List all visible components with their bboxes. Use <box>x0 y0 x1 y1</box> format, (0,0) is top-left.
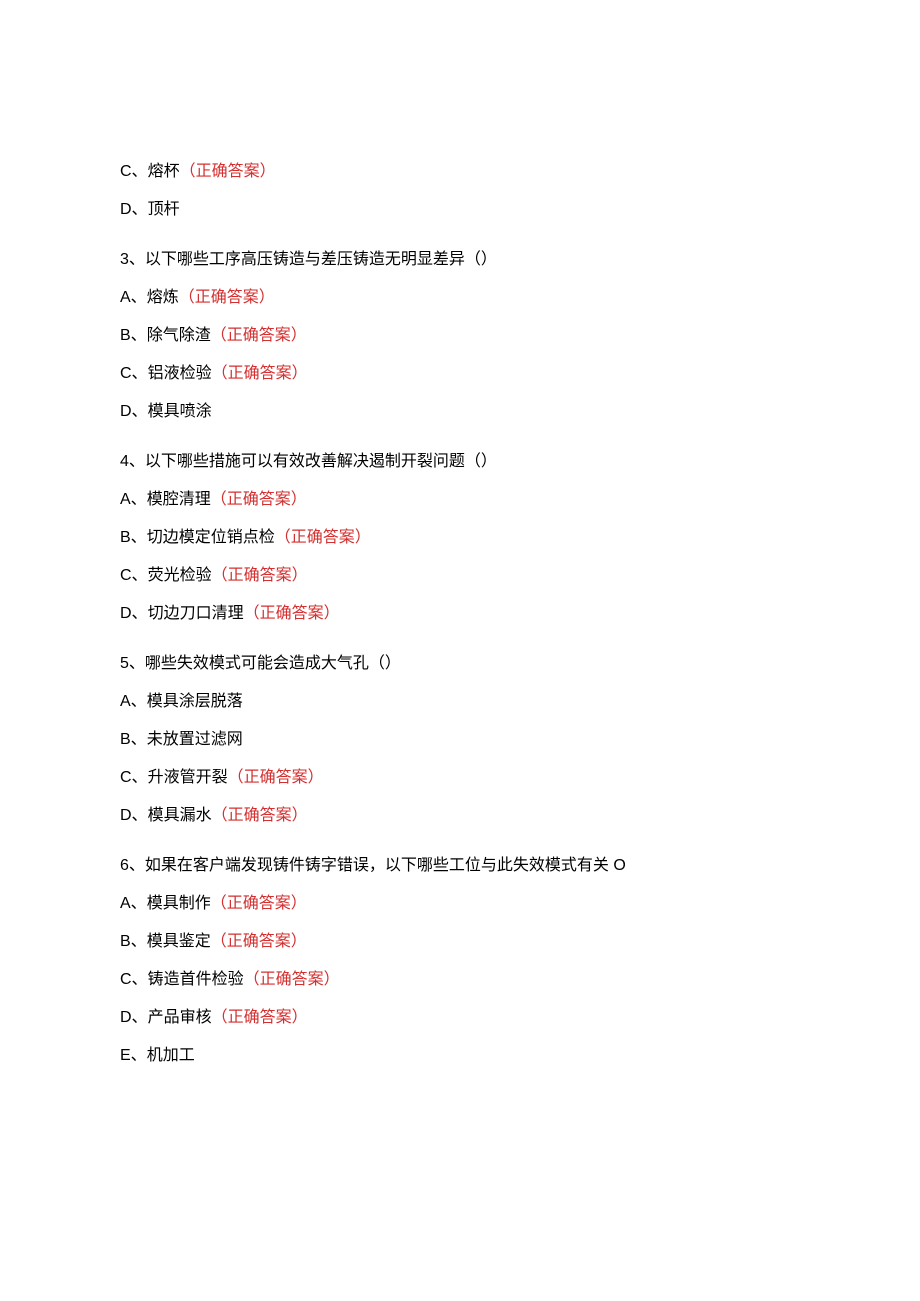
correct-answer-label: （正确答案） <box>211 491 307 508</box>
option-letter: D、 <box>120 605 148 622</box>
correct-answer-label: （正确答案） <box>228 769 324 786</box>
option-letter: C、 <box>120 163 148 180</box>
question-number: 4、 <box>120 453 145 470</box>
option-text: 切边模定位销点检 <box>147 529 275 546</box>
correct-answer-label: （正确答案） <box>211 327 307 344</box>
option-text: 切边刀口清理 <box>148 605 244 622</box>
option-line: C、铸造首件检验（正确答案） <box>120 968 800 992</box>
correct-answer-label: （正确答案） <box>211 895 307 912</box>
option-line: C、铝液检验（正确答案） <box>120 362 800 386</box>
question-text: 如果在客户端发现铸件铸字错误，以下哪些工位与此失效模式有关 O <box>145 857 626 874</box>
option-text: 模具制作 <box>147 895 211 912</box>
option-text: 产品审核 <box>148 1009 212 1026</box>
correct-answer-label: （正确答案） <box>179 289 275 306</box>
document-content: C、熔杯（正确答案）D、顶杆3、以下哪些工序高压铸造与差压铸造无明显差异（）A、… <box>120 160 800 1068</box>
question-number: 5、 <box>120 655 145 672</box>
option-letter: C、 <box>120 365 148 382</box>
option-line: A、模腔清理（正确答案） <box>120 488 800 512</box>
option-letter: A、 <box>120 895 147 912</box>
option-letter: B、 <box>120 529 147 546</box>
correct-answer-label: （正确答案） <box>180 163 276 180</box>
option-text: 模具涂层脱落 <box>147 693 243 710</box>
option-text: 除气除渣 <box>147 327 211 344</box>
option-text: 熔炼 <box>147 289 179 306</box>
question-text: 以下哪些工序高压铸造与差压铸造无明显差异（） <box>145 251 497 268</box>
option-letter: B、 <box>120 933 147 950</box>
option-line: B、除气除渣（正确答案） <box>120 324 800 348</box>
option-letter: D、 <box>120 201 148 218</box>
correct-answer-label: （正确答案） <box>275 529 371 546</box>
option-line: A、模具涂层脱落 <box>120 690 800 714</box>
question-number: 6、 <box>120 857 145 874</box>
option-line: C、熔杯（正确答案） <box>120 160 800 184</box>
question-line: 4、以下哪些措施可以有效改善解决遏制开裂问题（） <box>120 450 800 474</box>
option-line: D、切边刀口清理（正确答案） <box>120 602 800 626</box>
question-line: 5、哪些失效模式可能会造成大气孔（） <box>120 652 800 676</box>
option-line: D、模具漏水（正确答案） <box>120 804 800 828</box>
option-text: 升液管开裂 <box>148 769 228 786</box>
correct-answer-label: （正确答案） <box>212 807 308 824</box>
option-text: 模具鉴定 <box>147 933 211 950</box>
option-line: A、模具制作（正确答案） <box>120 892 800 916</box>
option-line: D、产品审核（正确答案） <box>120 1006 800 1030</box>
correct-answer-label: （正确答案） <box>212 567 308 584</box>
option-text: 未放置过滤网 <box>147 731 243 748</box>
correct-answer-label: （正确答案） <box>244 971 340 988</box>
option-letter: B、 <box>120 327 147 344</box>
option-letter: D、 <box>120 1009 148 1026</box>
option-line: E、机加工 <box>120 1044 800 1068</box>
option-text: 铝液检验 <box>148 365 212 382</box>
option-line: D、顶杆 <box>120 198 800 222</box>
option-line: C、升液管开裂（正确答案） <box>120 766 800 790</box>
option-letter: E、 <box>120 1047 147 1064</box>
option-text: 模腔清理 <box>147 491 211 508</box>
option-letter: A、 <box>120 693 147 710</box>
option-text: 机加工 <box>147 1047 195 1064</box>
option-text: 铸造首件检验 <box>148 971 244 988</box>
question-line: 3、以下哪些工序高压铸造与差压铸造无明显差异（） <box>120 248 800 272</box>
option-letter: A、 <box>120 491 147 508</box>
question-text: 哪些失效模式可能会造成大气孔（） <box>145 655 401 672</box>
correct-answer-label: （正确答案） <box>211 933 307 950</box>
correct-answer-label: （正确答案） <box>212 365 308 382</box>
option-letter: C、 <box>120 971 148 988</box>
option-line: A、熔炼（正确答案） <box>120 286 800 310</box>
option-text: 熔杯 <box>148 163 180 180</box>
option-text: 顶杆 <box>148 201 180 218</box>
option-text: 荧光检验 <box>148 567 212 584</box>
option-line: C、荧光检验（正确答案） <box>120 564 800 588</box>
option-line: D、模具喷涂 <box>120 400 800 424</box>
option-letter: A、 <box>120 289 147 306</box>
question-number: 3、 <box>120 251 145 268</box>
question-line: 6、如果在客户端发现铸件铸字错误，以下哪些工位与此失效模式有关 O <box>120 854 800 878</box>
option-line: B、模具鉴定（正确答案） <box>120 930 800 954</box>
question-text: 以下哪些措施可以有效改善解决遏制开裂问题（） <box>145 453 497 470</box>
option-text: 模具漏水 <box>148 807 212 824</box>
option-letter: B、 <box>120 731 147 748</box>
correct-answer-label: （正确答案） <box>212 1009 308 1026</box>
option-text: 模具喷涂 <box>148 403 212 420</box>
option-letter: C、 <box>120 769 148 786</box>
option-letter: C、 <box>120 567 148 584</box>
correct-answer-label: （正确答案） <box>244 605 340 622</box>
option-line: B、未放置过滤网 <box>120 728 800 752</box>
option-letter: D、 <box>120 403 148 420</box>
option-letter: D、 <box>120 807 148 824</box>
option-line: B、切边模定位销点检（正确答案） <box>120 526 800 550</box>
